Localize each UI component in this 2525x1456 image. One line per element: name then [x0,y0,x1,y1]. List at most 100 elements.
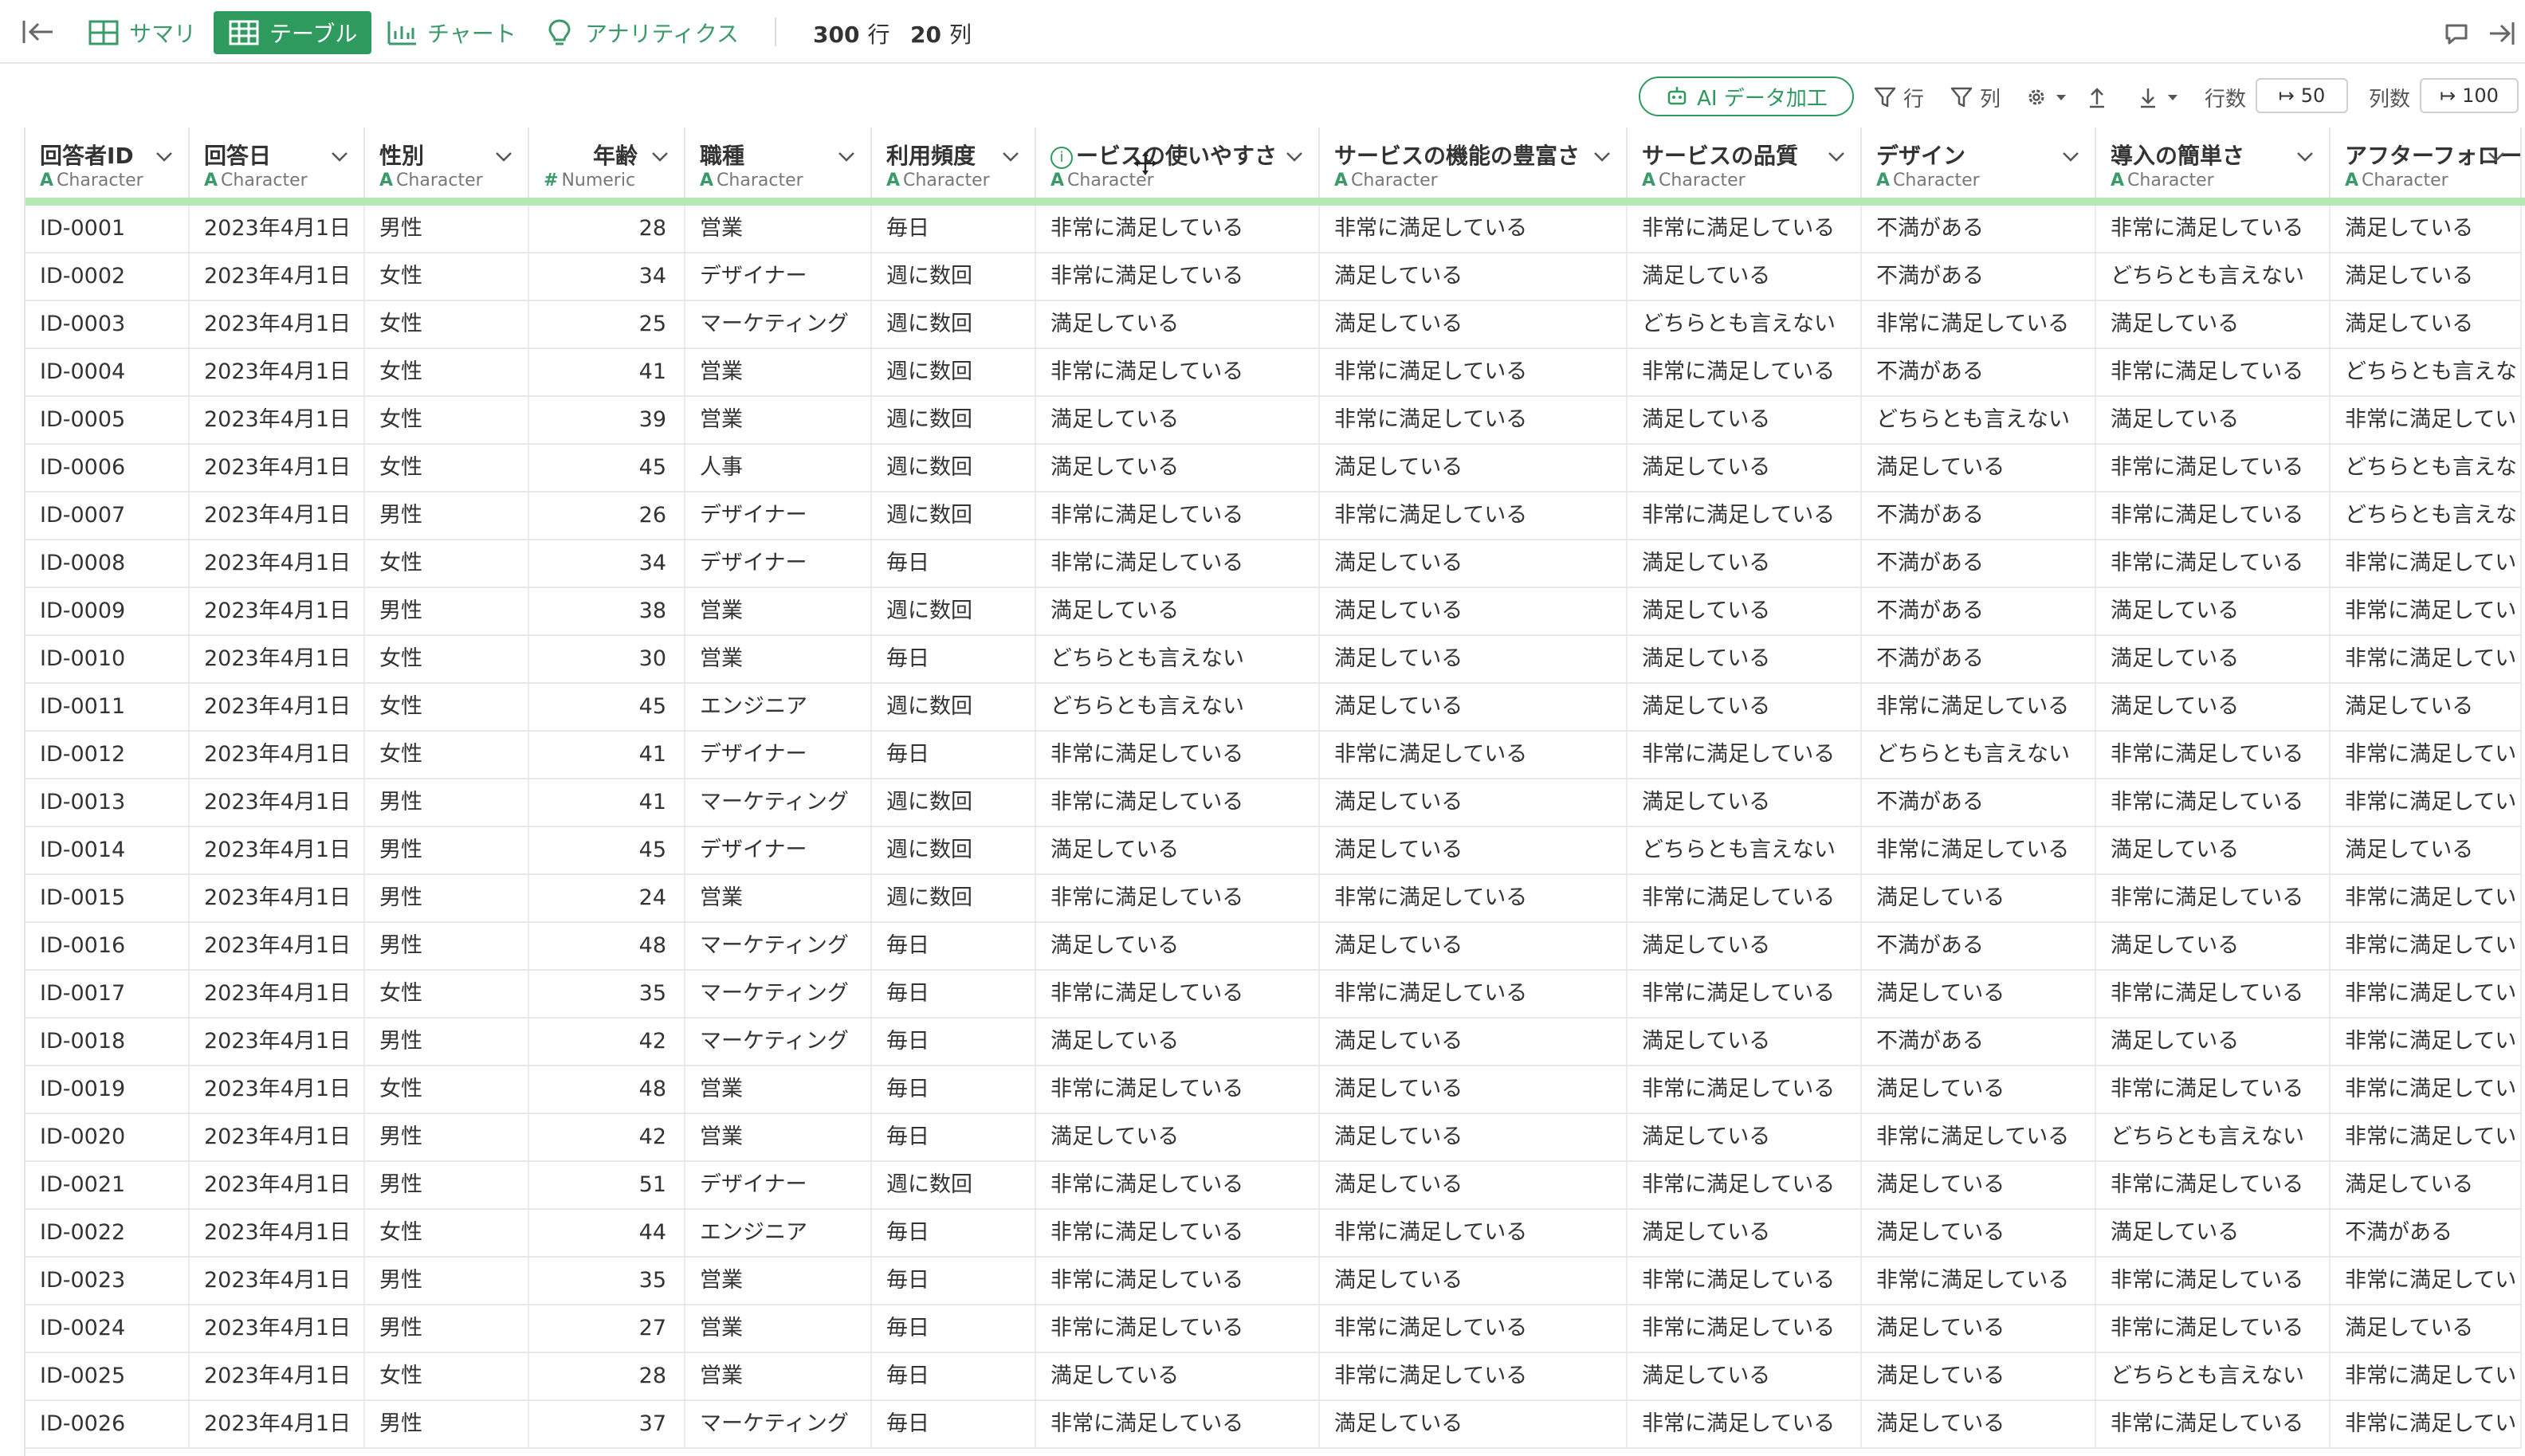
table-cell[interactable]: 毎日 [872,1353,1036,1399]
table-cell[interactable]: 満足している [1320,779,1628,826]
table-cell[interactable]: 満足している [1628,1114,1862,1160]
expand-panel-icon[interactable] [2487,19,2515,48]
table-cell[interactable]: 満足している [1320,1066,1628,1113]
table-cell[interactable]: 週に数回 [872,684,1036,730]
table-cell[interactable]: 非常に満足している [1036,1210,1320,1256]
table-cell[interactable]: ID-0021 [26,1162,190,1208]
table-cell[interactable]: 非常に満足している [1862,1114,2096,1160]
table-cell[interactable]: 男性 [365,1114,529,1160]
table-cell[interactable]: 非常に満足している [1036,1401,1320,1447]
table-cell[interactable]: 34 [529,540,685,587]
column-filter-button[interactable]: 列 [1950,81,2001,113]
table-cell[interactable]: 非常に満足してい [2331,1401,2522,1447]
table-cell[interactable]: 満足している [1862,875,2096,921]
table-cell[interactable]: 営業 [685,588,872,634]
table-cell[interactable]: 2023年4月1日 [190,875,365,921]
table-cell[interactable]: 非常に満足している [1036,779,1320,826]
table-cell[interactable]: 営業 [685,1353,872,1399]
table-cell[interactable]: 2023年4月1日 [190,1210,365,1256]
column-header[interactable]: デザイン A Character [1862,128,2096,198]
table-cell[interactable]: 不満がある [1862,923,2096,969]
table-cell[interactable]: 満足している [1036,923,1320,969]
table-cell[interactable]: 満足している [1036,445,1320,491]
table-cell[interactable]: 非常に満足してい [2331,540,2522,587]
table-cell[interactable]: 満足している [2096,827,2331,873]
table-cell[interactable]: 営業 [685,206,872,252]
table-cell[interactable]: 非常に満足している [1320,1305,1628,1352]
table-cell[interactable]: 週に数回 [872,1162,1036,1208]
table-cell[interactable]: 非常に満足してい [2331,732,2522,778]
table-cell[interactable]: 44 [529,1210,685,1256]
table-cell[interactable]: 満足している [1320,1258,1628,1304]
table-cell[interactable]: マーケティング [685,1401,872,1447]
table-cell[interactable]: マーケティング [685,301,872,347]
table-cell[interactable]: 不満がある [1862,588,2096,634]
table-cell[interactable]: 非常に満足している [2096,1162,2331,1208]
table-cell[interactable]: 週に数回 [872,301,1036,347]
column-header[interactable]: 職種 A Character [685,128,872,198]
table-cell[interactable]: 満足している [2331,206,2522,252]
table-cell[interactable]: 男性 [365,1258,529,1304]
table-cell[interactable]: 48 [529,1066,685,1113]
table-cell[interactable]: 毎日 [872,1066,1036,1113]
table-cell[interactable]: 42 [529,1114,685,1160]
table-cell[interactable]: 51 [529,1162,685,1208]
table-cell[interactable]: 非常に満足している [1320,971,1628,1017]
ai-data-processing-button[interactable]: AI データ加工 [1639,77,1854,116]
table-cell[interactable]: ID-0018 [26,1018,190,1065]
table-cell[interactable]: デザイナー [685,1162,872,1208]
table-cell[interactable]: どちらとも言えない [1036,684,1320,730]
upload-button[interactable] [2085,81,2109,113]
table-cell[interactable]: 男性 [365,493,529,539]
table-cell[interactable]: 非常に満足している [2096,1066,2331,1113]
row-filter-button[interactable]: 行 [1873,81,1924,113]
table-cell[interactable]: 毎日 [872,636,1036,682]
table-cell[interactable]: 非常に満足している [1628,971,1862,1017]
table-cell[interactable]: どちらとも言えない [2096,1353,2331,1399]
table-cell[interactable]: 非常に満足している [1036,971,1320,1017]
table-cell[interactable]: 満足している [1628,923,1862,969]
table-cell[interactable]: ID-0009 [26,588,190,634]
table-cell[interactable]: 満足している [1628,253,1862,300]
column-header[interactable]: 利用頻度 A Character [872,128,1036,198]
tab-table[interactable]: テーブル [214,11,372,54]
table-cell[interactable]: 42 [529,1018,685,1065]
table-cell[interactable]: 不満がある [1862,779,2096,826]
table-cell[interactable]: 満足している [1320,445,1628,491]
table-cell[interactable]: 25 [529,301,685,347]
table-cell[interactable]: 41 [529,779,685,826]
table-cell[interactable]: ID-0023 [26,1258,190,1304]
table-cell[interactable]: 2023年4月1日 [190,1353,365,1399]
table-cell[interactable]: 41 [529,349,685,395]
table-cell[interactable]: ID-0022 [26,1210,190,1256]
table-cell[interactable]: 満足している [2096,1018,2331,1065]
table-cell[interactable]: 満足している [2331,1162,2522,1208]
table-cell[interactable]: 2023年4月1日 [190,493,365,539]
table-cell[interactable]: 非常に満足している [1320,732,1628,778]
table-cell[interactable]: 満足している [1628,1018,1862,1065]
column-header[interactable]: i ービスの使いやすさ A Character [1036,128,1320,198]
table-cell[interactable]: 満足している [1320,636,1628,682]
table-cell[interactable]: 毎日 [872,1305,1036,1352]
table-cell[interactable]: 営業 [685,636,872,682]
chevron-down-icon[interactable] [493,145,515,167]
table-cell[interactable]: 男性 [365,588,529,634]
table-cell[interactable]: ID-0002 [26,253,190,300]
table-cell[interactable]: 営業 [685,397,872,443]
table-cell[interactable]: 満足している [1862,445,2096,491]
table-cell[interactable]: 38 [529,588,685,634]
table-cell[interactable]: 28 [529,206,685,252]
table-cell[interactable]: 毎日 [872,923,1036,969]
table-cell[interactable]: 女性 [365,445,529,491]
table-cell[interactable]: どちらとも言えな [2331,493,2522,539]
chevron-down-icon[interactable] [2485,145,2507,167]
table-cell[interactable]: 満足している [2096,636,2331,682]
table-cell[interactable]: 非常に満足している [1036,1162,1320,1208]
table-cell[interactable]: 非常に満足している [1862,827,2096,873]
table-cell[interactable]: 毎日 [872,540,1036,587]
table-cell[interactable]: どちらとも言えない [2096,1114,2331,1160]
column-header[interactable]: 回答日 A Character [190,128,365,198]
table-cell[interactable]: 非常に満足してい [2331,1353,2522,1399]
table-cell[interactable]: 毎日 [872,206,1036,252]
table-cell[interactable]: 非常に満足している [1628,349,1862,395]
